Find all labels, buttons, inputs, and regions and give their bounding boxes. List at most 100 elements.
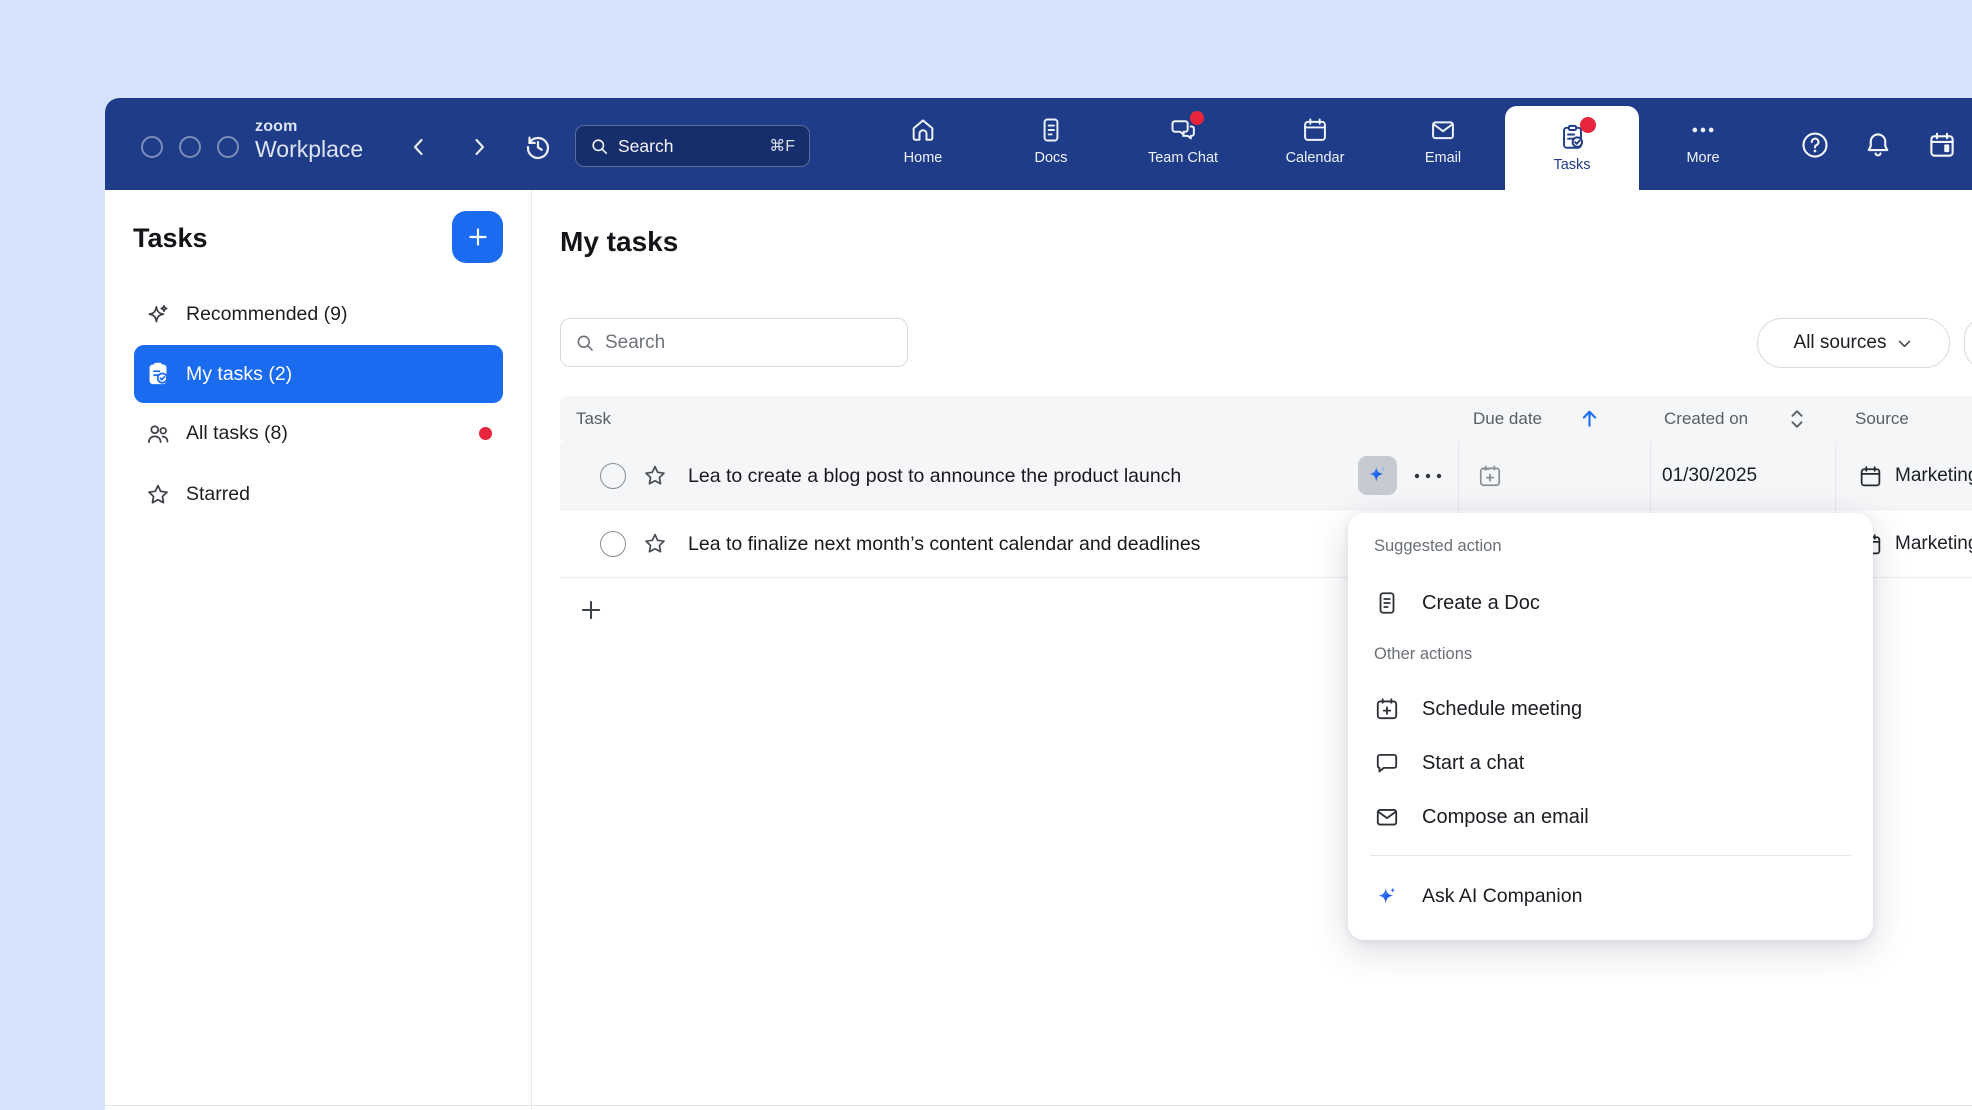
maximize-window-button[interactable] [217,136,239,158]
nav-calendar-label: Calendar [1286,150,1345,166]
row-more-actions-button[interactable] [1409,464,1447,488]
popup-section-label: Other actions [1374,645,1472,664]
nav-calendar[interactable]: Calendar [1257,116,1373,180]
star-icon[interactable] [642,463,668,489]
column-header-source: Source [1855,409,1909,429]
nav-email[interactable]: Email [1385,116,1501,180]
help-icon [1800,130,1830,160]
email-icon [1429,116,1457,144]
menu-item-create-doc[interactable]: Create a Doc [1348,577,1873,629]
task-title[interactable]: Lea to create a blog post to announce th… [688,442,1181,510]
chevron-right-icon [467,135,491,159]
nav-tasks-active-tab[interactable]: Tasks [1505,106,1639,190]
sidebar-item-label: Starred [186,483,250,506]
task-complete-checkbox[interactable] [600,531,626,557]
close-window-button[interactable] [141,136,163,158]
sidebar-item-recommended[interactable]: Recommended (9) [105,284,532,345]
sidebar: Tasks Recommended (9) My tas [105,190,532,1110]
sparkle-icon [145,302,171,328]
window-bottom-edge [105,1105,1972,1106]
add-task-button[interactable] [452,211,503,263]
zoom-workplace-logo: zoom Workplace [255,119,363,161]
source-name: Marketing [1895,533,1972,555]
logo-workplace-text: Workplace [255,138,363,161]
docs-icon [1037,116,1065,144]
back-button[interactable] [407,135,431,159]
team-chat-badge [1190,111,1204,125]
minimize-window-button[interactable] [179,136,201,158]
table-row[interactable]: Lea to create a blog post to announce th… [560,442,1972,510]
search-shortcut-hint: ⌘F [769,136,795,156]
menu-item-ask-ai-companion[interactable]: Ask AI Companion [1348,870,1873,922]
sort-ascending-arrow-icon[interactable] [1578,407,1601,430]
sidebar-title: Tasks [133,223,208,254]
star-icon[interactable] [642,531,668,557]
sort-toggle-icon[interactable] [1786,407,1808,431]
menu-item-label: Start a chat [1422,752,1524,775]
column-header-due-date[interactable]: Due date [1473,409,1542,429]
search-icon [575,333,595,353]
sources-filter-dropdown[interactable]: All sources [1757,318,1950,368]
global-search-placeholder: Search [618,136,673,157]
sidebar-item-label: My tasks (2) [186,363,292,386]
table-header: Task Due date Created on Source [560,396,1972,442]
sidebar-item-all-tasks[interactable]: All tasks (8) [105,403,532,464]
sidebar-item-label: All tasks (8) [186,422,288,445]
star-icon [145,482,171,508]
ai-companion-action-button[interactable] [1358,456,1397,495]
sidebar-item-starred[interactable]: Starred [105,464,532,525]
nav-more[interactable]: More [1645,116,1761,180]
global-search-input[interactable]: Search ⌘F [575,125,810,167]
traffic-lights [141,136,239,158]
menu-item-label: Schedule meeting [1422,698,1582,721]
nav-home[interactable]: Home [865,116,981,180]
suggested-actions-popup: Suggested action Create a Doc Other acti… [1348,513,1873,940]
tasks-search-placeholder: Search [605,332,665,354]
add-due-date-button[interactable] [1477,463,1503,489]
popup-section-label: Suggested action [1374,537,1502,556]
plus-icon [578,597,604,623]
forward-button[interactable] [467,135,491,159]
logo-zoom-text: zoom [255,119,363,135]
nav-team-chat-label: Team Chat [1148,150,1218,166]
notifications-button[interactable] [1863,130,1893,160]
email-icon [1374,804,1400,830]
help-button[interactable] [1800,130,1830,160]
menu-item-schedule-meeting[interactable]: Schedule meeting [1348,683,1873,735]
ai-companion-star-icon [1365,463,1390,488]
history-button[interactable] [523,132,553,162]
source-name: Marketing [1895,465,1972,487]
add-task-row-button[interactable] [560,578,960,642]
column-divider [1458,442,1459,509]
menu-divider [1370,855,1851,856]
plus-icon [465,224,491,250]
calendar-icon [1301,116,1329,144]
search-icon [590,137,609,156]
nav-more-label: More [1686,150,1719,166]
calendar-panel-icon [1927,130,1957,160]
task-title[interactable]: Lea to finalize next month’s content cal… [688,510,1200,578]
side-panel-calendar-button[interactable] [1927,130,1957,160]
history-icon [523,132,553,162]
sidebar-item-my-tasks[interactable]: My tasks (2) [134,345,503,403]
ai-companion-star-icon [1374,883,1400,909]
filter-pill-partial[interactable] [1964,318,1972,368]
chevron-down-icon [1896,335,1913,352]
nav-team-chat[interactable]: Team Chat [1125,116,1241,180]
task-complete-checkbox[interactable] [600,463,626,489]
menu-item-start-chat[interactable]: Start a chat [1348,737,1873,789]
tasks-search-input[interactable]: Search [560,318,908,367]
calendar-plus-icon [1374,696,1400,722]
source-calendar-icon [1858,464,1883,489]
menu-item-compose-email[interactable]: Compose an email [1348,791,1873,843]
people-icon [145,421,171,447]
home-icon [909,116,937,144]
menu-item-label: Create a Doc [1422,592,1540,615]
column-header-created-on[interactable]: Created on [1664,409,1748,429]
chat-bubble-icon [1374,750,1400,776]
topbar: zoom Workplace Search ⌘F Home [105,98,1972,190]
page-title: My tasks [560,226,678,258]
all-tasks-badge [479,427,492,440]
nav-docs[interactable]: Docs [993,116,1109,180]
created-on-date: 01/30/2025 [1662,442,1757,510]
